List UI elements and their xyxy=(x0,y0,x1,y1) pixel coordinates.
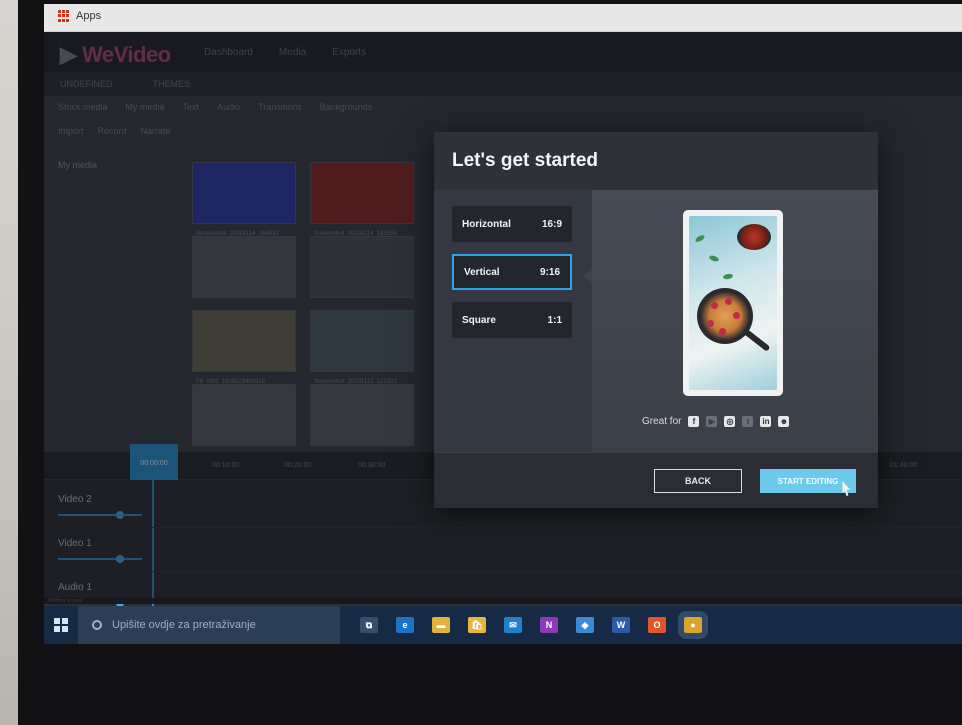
mail-icon[interactable]: ✉ xyxy=(504,617,522,633)
chrome-icon[interactable]: ● xyxy=(678,611,708,639)
option-label: Horizontal xyxy=(462,218,511,230)
option-ratio: 9:16 xyxy=(539,266,560,278)
great-for-label: Great for xyxy=(642,416,682,427)
food-preview-image xyxy=(689,216,777,390)
app-blue-icon[interactable]: ◆ xyxy=(576,617,594,633)
option-ratio: 1:1 xyxy=(547,314,562,326)
option-square[interactable]: Square 1:1 xyxy=(452,302,572,338)
instagram-icon: ◎ xyxy=(724,416,736,427)
windows-logo-icon xyxy=(54,618,68,632)
file-explorer-icon[interactable]: ▬ xyxy=(432,617,450,633)
facebook-icon: f xyxy=(688,416,700,427)
dialog-title: Let's get started xyxy=(452,150,598,171)
option-label: Vertical xyxy=(464,266,500,278)
linkedin-icon: in xyxy=(760,416,772,427)
edge-icon[interactable]: e xyxy=(396,617,414,633)
apps-label: Apps xyxy=(76,10,102,22)
screen: Apps ▶ WeVideo Dashboard Media Exports U… xyxy=(44,4,962,644)
office-icon[interactable]: O xyxy=(648,617,666,633)
back-button[interactable]: BACK xyxy=(654,469,742,493)
word-icon[interactable]: W xyxy=(612,617,630,633)
task-view-icon[interactable]: ⧉ xyxy=(360,617,378,633)
option-label: Square xyxy=(462,314,496,326)
onenote-icon[interactable]: N xyxy=(540,617,558,633)
taskbar-apps: ⧉ e ▬ 🛍 ✉ N ◆ W O ● xyxy=(340,611,708,639)
dialog-footer: BACK START EDITING xyxy=(434,452,878,508)
search-icon xyxy=(92,620,102,630)
option-horizontal[interactable]: Horizontal 16:9 xyxy=(452,206,572,242)
phone-preview xyxy=(683,210,783,396)
format-preview: Great for f ▶ ◎ t in ☻ xyxy=(592,190,878,452)
option-ratio: 16:9 xyxy=(541,218,562,230)
search-placeholder: Upišite ovdje za pretraživanje xyxy=(112,619,256,631)
start-editing-button[interactable]: START EDITING xyxy=(760,469,856,493)
great-for-row: Great for f ▶ ◎ t in ☻ xyxy=(642,416,790,427)
twitter-icon: t xyxy=(742,416,754,427)
option-vertical[interactable]: Vertical 9:16 xyxy=(452,254,572,290)
taskbar-search[interactable]: Upišite ovdje za pretraživanje xyxy=(78,606,340,644)
store-icon[interactable]: 🛍 xyxy=(468,617,486,633)
snapchat-icon: ☻ xyxy=(778,416,790,427)
selection-pointer xyxy=(584,268,592,284)
get-started-dialog: Let's get started Horizontal 16:9 Vertic… xyxy=(434,132,878,508)
windows-taskbar: Upišite ovdje za pretraživanje ⧉ e ▬ 🛍 ✉ N ◆ W O… xyxy=(44,606,962,644)
bookmarks-bar: Apps xyxy=(44,4,962,32)
aspect-ratio-options: Horizontal 16:9 Vertical 9:16 Square 1:1 xyxy=(434,190,592,452)
social-icons: f ▶ ◎ t in ☻ xyxy=(688,416,790,427)
apps-shortcut[interactable]: Apps xyxy=(58,10,101,22)
apps-grid-icon xyxy=(58,10,70,22)
start-button[interactable] xyxy=(44,606,78,644)
youtube-icon: ▶ xyxy=(706,416,718,427)
